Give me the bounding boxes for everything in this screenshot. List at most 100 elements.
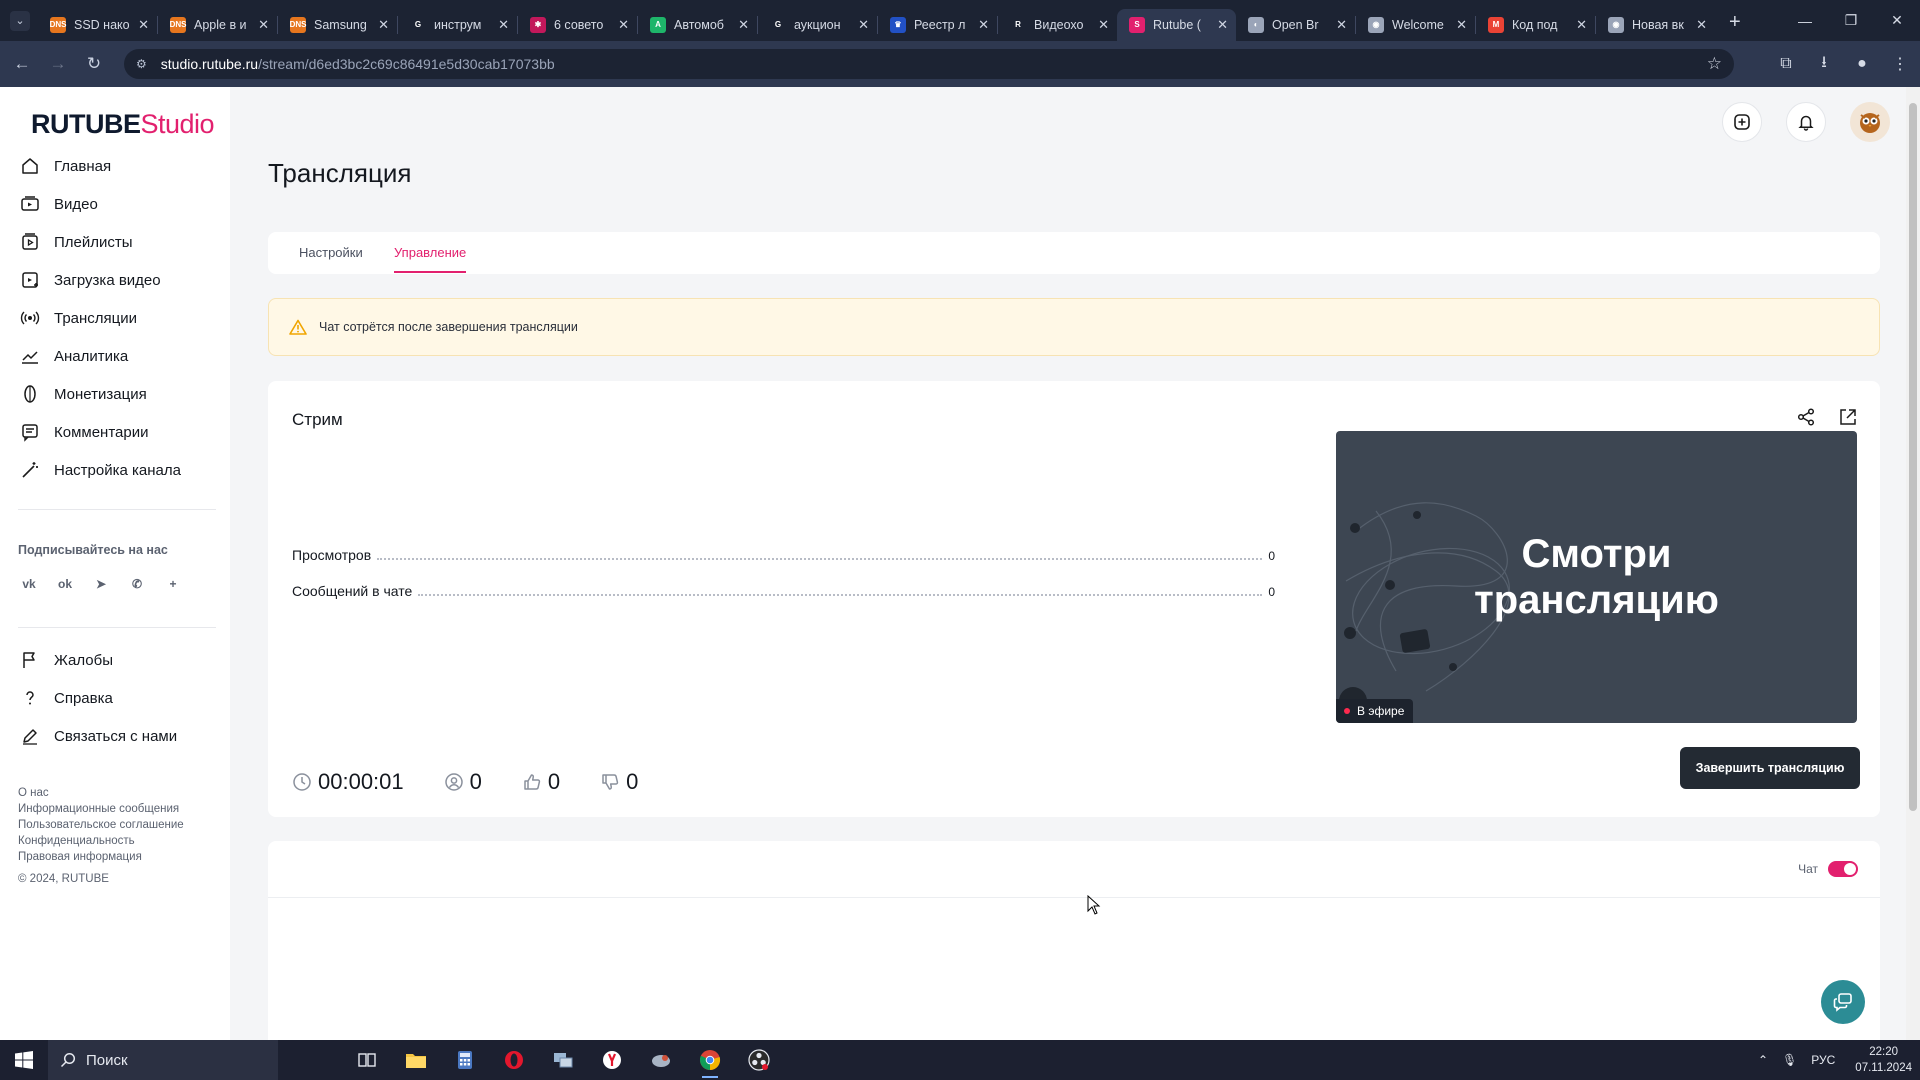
footer-link[interactable]: Информационные сообщения <box>18 801 184 817</box>
download-icon[interactable]: ⭳ <box>1814 51 1834 78</box>
browser-tab[interactable]: M Код под ✕ <box>1476 9 1595 41</box>
close-window-icon[interactable]: ✕ <box>1874 0 1920 41</box>
tab-close-icon[interactable]: ✕ <box>618 17 629 33</box>
footer-link[interactable]: О нас <box>18 785 184 801</box>
tab-close-icon[interactable]: ✕ <box>1217 17 1228 33</box>
footer-link[interactable]: Правовая информация <box>18 849 184 865</box>
sidebar-divider <box>18 627 216 628</box>
sidebar-item-channel-settings[interactable]: Настройка канала <box>0 451 230 489</box>
tab-list: DNS SSD нако ✕ DNS Apple в и ✕ DNS Samsung ✕ Gинс… <box>38 0 1715 41</box>
url-bar[interactable]: ⚙ studio.rutube.ru/stream/d6ed3bc2c69c86… <box>124 49 1734 79</box>
browser-tab[interactable]: ♛ Реестр л ✕ <box>878 9 997 41</box>
chrome-browser-icon[interactable] <box>685 1040 734 1080</box>
tab-management[interactable]: Управление <box>394 245 466 260</box>
sidebar-item-label: Аналитика <box>54 347 129 365</box>
browser-tab[interactable]: Gинструм ✕ <box>398 9 517 41</box>
ok-icon[interactable]: ok <box>54 573 76 595</box>
clock[interactable]: 22:20 07.11.2024 <box>1855 1044 1912 1076</box>
profile-icon[interactable]: ● <box>1852 55 1872 73</box>
sidebar-item-upload[interactable]: Загрузка видео <box>0 261 230 299</box>
browser-tab[interactable]: ◉ Новая вк ✕ <box>1596 9 1715 41</box>
sidebar-item-analytics[interactable]: Аналитика <box>0 337 230 375</box>
tray-overflow-chevron-icon[interactable]: ⌃ <box>1758 1053 1768 1067</box>
window-controls: — ❐ ✕ <box>1782 0 1920 41</box>
tab-close-icon[interactable]: ✕ <box>1696 17 1707 33</box>
tab-close-icon[interactable]: ✕ <box>858 17 869 33</box>
footer-link[interactable]: Пользовательское соглашение <box>18 817 184 833</box>
sidebar-item-flag[interactable]: Жалобы <box>0 641 230 679</box>
viber-icon[interactable]: ✆ <box>126 573 148 595</box>
yandex-browser-icon[interactable] <box>587 1040 636 1080</box>
tab-close-icon[interactable]: ✕ <box>738 17 749 33</box>
browser-tab[interactable]: DNS Samsung ✕ <box>278 9 397 41</box>
tab-close-icon[interactable]: ✕ <box>138 17 149 33</box>
browser-tab[interactable]: ◐ Open Br ✕ <box>1236 9 1355 41</box>
end-stream-button[interactable]: Завершить трансляцию <box>1680 747 1860 789</box>
file-explorer-icon[interactable] <box>391 1040 440 1080</box>
create-button[interactable] <box>1722 102 1762 142</box>
tab-settings[interactable]: Настройки <box>299 245 363 260</box>
tab-close-icon[interactable]: ✕ <box>498 17 509 33</box>
extensions-icon[interactable]: ⧉ <box>1776 55 1796 73</box>
network-app-icon[interactable] <box>538 1040 587 1080</box>
tab-close-icon[interactable]: ✕ <box>1456 17 1467 33</box>
sidebar-item-home[interactable]: Главная <box>0 147 230 185</box>
browser-tab[interactable]: ✱ 6 совето ✕ <box>518 9 637 41</box>
tab-close-icon[interactable]: ✕ <box>258 17 269 33</box>
share-icon[interactable] <box>1796 407 1816 427</box>
microphone-icon[interactable]: 🎙 <box>1782 1053 1797 1067</box>
tab-close-icon[interactable]: ✕ <box>1576 17 1587 33</box>
bookmark-star-icon[interactable]: ☆ <box>1707 54 1722 74</box>
sidebar-item-comments[interactable]: Комментарии <box>0 413 230 451</box>
task-view-icon[interactable] <box>342 1040 391 1080</box>
alert-text: Чат сотрётся после завершения трансляции <box>319 320 578 334</box>
minimize-icon[interactable]: — <box>1782 0 1828 41</box>
plus-icon[interactable]: + <box>162 573 184 595</box>
opera-browser-icon[interactable] <box>489 1040 538 1080</box>
avatar[interactable] <box>1850 102 1890 142</box>
sidebar-item-broadcast[interactable]: Трансляции <box>0 299 230 337</box>
notifications-button[interactable] <box>1786 102 1826 142</box>
stream-preview[interactable]: Смотри трансляцию В эфире <box>1336 431 1857 723</box>
sidebar-item-monetization[interactable]: Монетизация <box>0 375 230 413</box>
tab-close-icon[interactable]: ✕ <box>1336 17 1347 33</box>
tab-close-icon[interactable]: ✕ <box>378 17 389 33</box>
browser-tab[interactable]: DNS SSD нако ✕ <box>38 9 157 41</box>
rutube-studio-logo[interactable]: RUTUBEStudio <box>31 109 215 140</box>
scrollbar-thumb[interactable] <box>1909 103 1917 811</box>
sidebar-item-video[interactable]: Видео <box>0 185 230 223</box>
taskbar-search[interactable]: Поиск <box>48 1040 278 1080</box>
windows-start-icon[interactable] <box>0 1040 48 1080</box>
sidebar-item-edit[interactable]: Связаться с нами <box>0 717 230 755</box>
browser-tab[interactable]: R Видеохо ✕ <box>998 9 1117 41</box>
input-language[interactable]: РУС <box>1811 1053 1835 1067</box>
vk-icon[interactable]: vk <box>18 573 40 595</box>
restore-icon[interactable]: ❐ <box>1828 0 1874 41</box>
browser-tab[interactable]: ◉ Welcome ✕ <box>1356 9 1475 41</box>
browser-tab[interactable]: A Автомоб ✕ <box>638 9 757 41</box>
footer-link[interactable]: Конфиденциальность <box>18 833 184 849</box>
browser-tab[interactable]: DNS Apple в и ✕ <box>158 9 277 41</box>
tab-search-chevron-icon[interactable]: ⌄ <box>10 10 30 31</box>
menu-kebab-icon[interactable]: ⋮ <box>1890 54 1910 74</box>
obs-studio-icon[interactable] <box>734 1040 783 1080</box>
bird-app-icon[interactable] <box>636 1040 685 1080</box>
calculator-icon[interactable] <box>440 1040 489 1080</box>
forward-arrow-icon[interactable]: → <box>40 54 76 74</box>
chat-toggle[interactable] <box>1828 861 1858 877</box>
sidebar-item-help[interactable]: Справка <box>0 679 230 717</box>
tab-close-icon[interactable]: ✕ <box>978 17 989 33</box>
browser-tab[interactable]: S Rutube (✕ <box>1117 8 1236 41</box>
external-link-icon[interactable] <box>1838 407 1858 427</box>
back-arrow-icon[interactable]: ← <box>4 54 40 74</box>
sidebar-item-playlist[interactable]: Плейлисты <box>0 223 230 261</box>
tab-close-icon[interactable]: ✕ <box>1098 17 1109 33</box>
new-tab-plus-icon[interactable]: + <box>1729 11 1741 34</box>
site-info-icon[interactable]: ⚙ <box>136 57 147 71</box>
reload-icon[interactable]: ↻ <box>76 54 112 74</box>
telegram-icon[interactable]: ➤ <box>90 573 112 595</box>
page-scrollbar[interactable] <box>1906 87 1920 1040</box>
support-chat-button[interactable] <box>1821 980 1865 1024</box>
page-tabs: Настройки Управление <box>268 232 1880 274</box>
browser-tab[interactable]: Gаукцион ✕ <box>758 9 877 41</box>
